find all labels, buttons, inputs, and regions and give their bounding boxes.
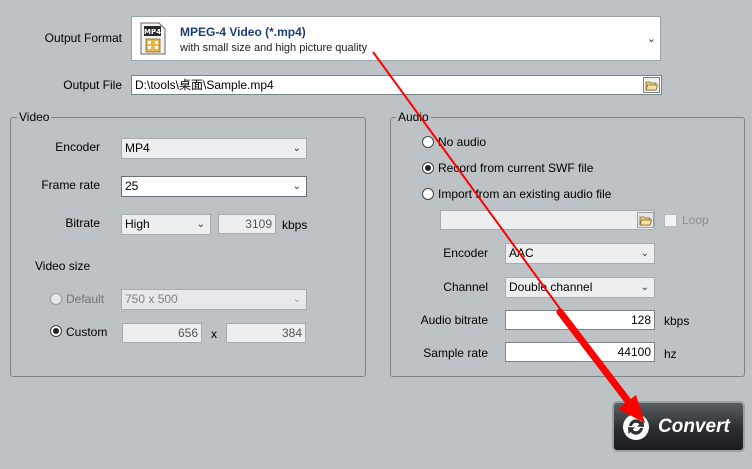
chevron-down-icon: ⌄ [640,248,649,259]
convert-button[interactable]: Convert [612,401,745,452]
channel-select[interactable]: Double channel ⌄ [505,277,655,298]
video-size-label: Video size [35,259,91,273]
default-size-select[interactable]: 750 x 500 ⌄ [121,289,307,310]
video-size-custom-label: Custom [66,325,108,339]
audio-encoder-label: Encoder [443,246,488,260]
bitrate-quality-value: High [125,217,150,231]
no-audio-radio[interactable] [422,136,434,148]
frame-rate-select[interactable]: 25 ⌄ [121,176,307,197]
channel-label: Channel [443,280,488,294]
output-file-browse-button[interactable] [643,77,660,93]
video-encoder-label: Encoder [55,140,100,154]
audio-bitrate-unit: kbps [664,314,690,328]
sample-rate-label: Sample rate [423,346,488,360]
loop-label: Loop [682,213,709,227]
output-format-dropdown[interactable]: MP4 MPEG-4 Video (*.mp4) with small size… [131,16,661,61]
chevron-down-icon: ⌄ [292,181,301,192]
output-format-label: Output Format [44,31,122,45]
import-audio-browse-button[interactable] [637,212,654,228]
output-file-input[interactable]: D:\tools\桌面\Sample.mp4 [131,75,662,95]
video-size-default-label: Default [66,292,105,306]
chevron-down-icon: ⌄ [196,219,205,230]
convert-button-label: Convert [658,415,730,437]
record-swf-audio-label: Record from current SWF file [438,161,594,175]
custom-width-input[interactable]: 656 [122,323,202,343]
frame-rate-label: Frame rate [41,178,100,192]
audio-bitrate-label: Audio bitrate [420,313,488,327]
chevron-down-icon: ⌄ [292,294,301,305]
video-size-default-radio[interactable] [50,293,62,305]
import-audio-path-input[interactable] [440,210,655,230]
chevron-down-icon: ⌄ [292,143,301,154]
custom-height-input[interactable]: 384 [226,323,306,343]
loop-checkbox[interactable] [664,214,677,227]
video-bitrate-input[interactable]: 3109 [218,214,276,234]
video-bitrate-label: Bitrate [65,216,100,230]
chevron-down-icon: ⌄ [646,33,656,45]
audio-group-title: Audio [396,110,431,124]
import-audio-radio[interactable] [422,188,434,200]
refresh-icon [623,413,649,440]
output-format-subtitle: with small size and high picture quality [180,42,368,54]
video-bitrate-unit: kbps [282,218,308,232]
folder-icon [639,216,652,225]
chevron-down-icon: ⌄ [640,282,649,293]
video-encoder-select[interactable]: MP4 ⌄ [121,138,307,159]
channel-value: Double channel [509,280,593,294]
video-size-custom-radio[interactable] [50,325,62,337]
bitrate-quality-select[interactable]: High ⌄ [121,214,211,235]
import-audio-label: Import from an existing audio file [438,187,612,201]
output-format-title: MPEG-4 Video (*.mp4) [180,25,306,39]
no-audio-label: No audio [438,135,487,149]
default-size-value: 750 x 500 [125,292,178,306]
folder-icon [645,81,658,90]
mp4-file-icon: MP4 [140,22,166,55]
video-encoder-value: MP4 [125,141,150,155]
video-group-title: Video [17,110,52,124]
size-times-sign: x [211,327,217,341]
audio-encoder-select[interactable]: AAC ⌄ [505,243,655,264]
frame-rate-value: 25 [125,179,139,193]
sample-rate-input[interactable]: 44100 [505,342,655,362]
sample-rate-unit: hz [664,347,677,361]
audio-bitrate-input[interactable]: 128 [505,310,655,330]
record-swf-audio-radio[interactable] [422,162,434,174]
output-file-label: Output File [63,78,122,92]
audio-encoder-value: AAC [509,246,534,260]
svg-text:MP4: MP4 [144,28,161,36]
